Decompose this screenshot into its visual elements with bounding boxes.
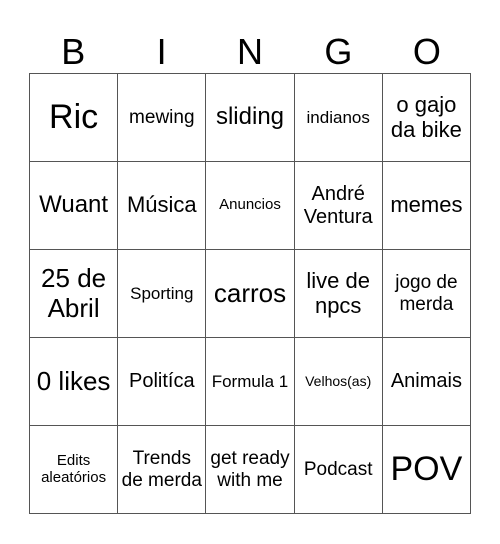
bingo-cell[interactable]: 0 likes (30, 338, 119, 426)
bingo-cell[interactable]: Anuncios (206, 162, 295, 250)
bingo-cell[interactable]: o gajo da bike (382, 74, 471, 162)
bingo-cell[interactable]: Wuant (30, 162, 119, 250)
bingo-cell[interactable]: Trends de merda (118, 426, 207, 514)
bingo-cell[interactable]: Podcast (294, 426, 383, 514)
bingo-header: B I N G O (29, 30, 471, 73)
bingo-cell[interactable]: carros (206, 250, 295, 338)
bingo-cell[interactable]: POV (382, 426, 471, 514)
bingo-cell[interactable]: get ready with me (206, 426, 295, 514)
bingo-cell[interactable]: Música (118, 162, 207, 250)
bingo-cell[interactable]: André Ventura (294, 162, 383, 250)
bingo-cell[interactable]: live de npcs (294, 250, 383, 338)
header-letter-g: G (324, 31, 353, 72)
bingo-cell[interactable]: Edits aleatórios (30, 426, 119, 514)
bingo-cell[interactable]: Animais (382, 338, 471, 426)
bingo-cell[interactable]: memes (382, 162, 471, 250)
bingo-cell[interactable]: indianos (294, 74, 383, 162)
bingo-cell[interactable]: Politíca (118, 338, 207, 426)
bingo-cell[interactable]: Velhos(as) (294, 338, 383, 426)
bingo-cell[interactable]: 25 de Abril (30, 250, 119, 338)
header-letter-b: B (61, 31, 86, 72)
bingo-grid: Ric mewing sliding indianos o gajo da bi… (29, 73, 471, 514)
bingo-cell[interactable]: Formula 1 (206, 338, 295, 426)
header-letter-i: I (156, 31, 167, 72)
header-letter-o: O (412, 31, 441, 72)
bingo-cell[interactable]: jogo de merda (382, 250, 471, 338)
bingo-cell[interactable]: Sporting (118, 250, 207, 338)
bingo-cell[interactable]: Ric (30, 74, 119, 162)
bingo-cell[interactable]: mewing (118, 74, 207, 162)
header-letter-n: N (237, 31, 264, 72)
bingo-cell[interactable]: sliding (206, 74, 295, 162)
